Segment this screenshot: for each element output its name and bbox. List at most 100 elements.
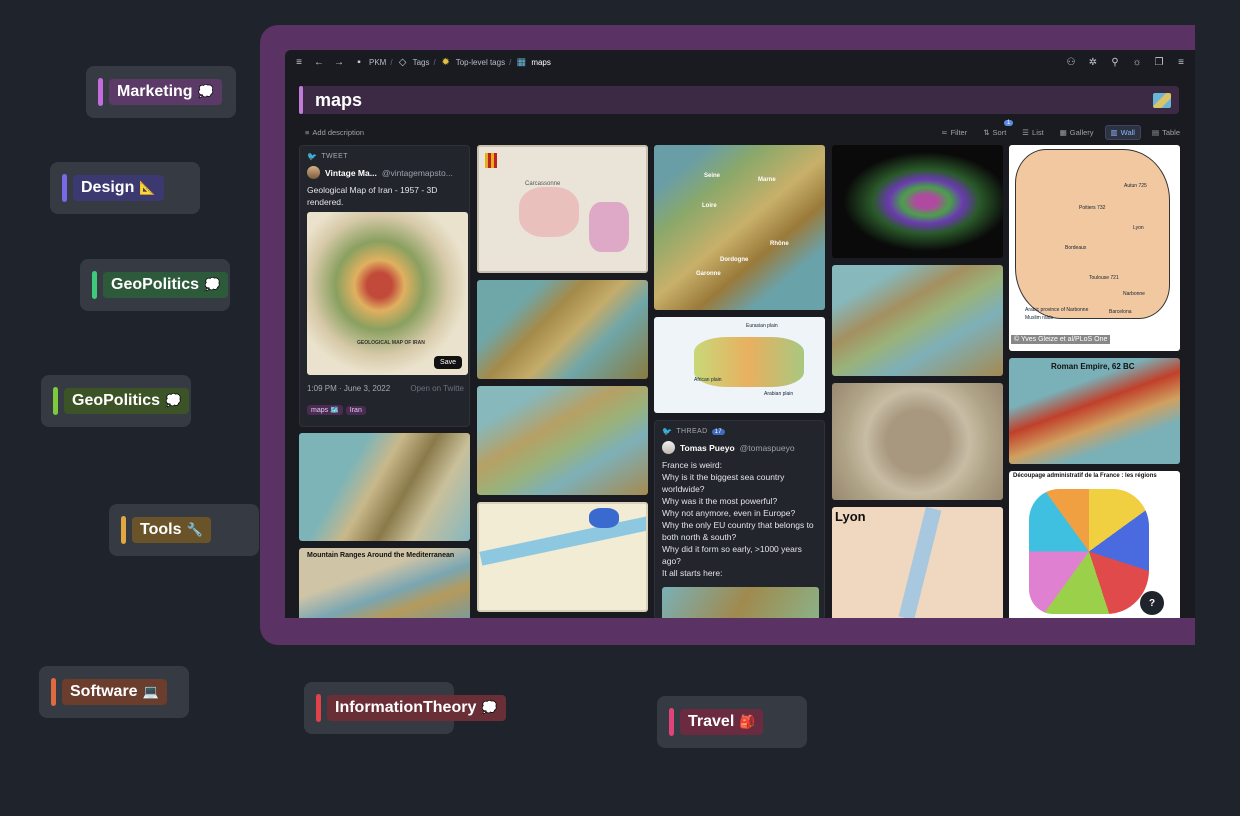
map-image-europe-relief-2[interactable]: [832, 265, 1003, 376]
thread-author[interactable]: Tomas Pueyo: [680, 443, 735, 453]
forward-arrow-icon[interactable]: →: [333, 56, 345, 68]
map-image-france-rivers[interactable]: Seine Marne Loire Rhône Dordogne Garonne: [654, 145, 825, 310]
app-window: ≡ ← → ▪ PKM / ◇ Tags / ✹ Top-level tags …: [285, 50, 1195, 618]
map-image-roman-empire[interactable]: Roman Empire, 62 BC: [1009, 358, 1180, 464]
tag-color-bar: [62, 174, 67, 202]
tag-color-bar: [53, 387, 58, 415]
more-menu-icon[interactable]: ≡: [1175, 56, 1187, 68]
thread-kind: THREAD: [676, 428, 708, 435]
twitter-bird-icon: 🐦: [307, 152, 318, 161]
map-image-france-relief[interactable]: [299, 433, 470, 541]
breadcrumb-pkm[interactable]: PKM: [369, 58, 386, 67]
tag-chip-iran[interactable]: Iran: [345, 406, 366, 415]
privacy-icon[interactable]: ⚇: [1065, 56, 1077, 68]
table-view-button[interactable]: ▤ Table: [1147, 126, 1185, 139]
filter-icon: ≂: [941, 127, 948, 137]
map-image-lyon[interactable]: Lyon: [832, 507, 1003, 618]
map-marker-shape: [589, 508, 619, 528]
tag-card-geopolitics-2[interactable]: GeoPolitics 💭: [41, 375, 191, 427]
twitter-bird-icon: 🐦: [662, 427, 673, 436]
tag-label: InformationTheory: [335, 699, 477, 716]
tag-pill: InformationTheory 💭: [327, 695, 506, 721]
breadcrumb-separator: /: [509, 57, 512, 67]
tag-pill: Design 📐: [73, 175, 164, 201]
breadcrumb: ▪ PKM / ◇ Tags / ✹ Top-level tags / ▦ ma…: [353, 56, 551, 68]
map-image-mountain-ranges[interactable]: Mountain Ranges Around the Mediterranean: [299, 548, 470, 618]
view-toolbar: ≡ Add description ≂ Filter ⇅ Sort 1 ☰ List ▦…: [305, 119, 1185, 140]
tag-card-marketing[interactable]: Marketing 💭: [86, 66, 236, 118]
map-image-france-arab-raids[interactable]: Poitiers 732 Autun 725 Lyon Bordeaux Tou…: [1009, 145, 1180, 351]
iran-map-legend: GEOLOGICAL MAP OF IRAN: [357, 340, 425, 346]
map-image-europe-dark[interactable]: [832, 145, 1003, 258]
sun-tag-icon: ✹: [441, 56, 450, 68]
map-image-carcassonne[interactable]: Carcassonne: [477, 145, 648, 273]
river-label-seine: Seine: [704, 173, 721, 179]
tweet-handle[interactable]: @vintagemapsto...: [382, 168, 453, 178]
thread-map-image[interactable]: [662, 587, 819, 618]
tag-color-bar: [669, 708, 674, 736]
roman-empire-caption: Roman Empire, 62 BC: [1051, 362, 1135, 371]
open-on-twitter-link[interactable]: Open on Twitte: [410, 384, 464, 393]
town-bordeaux: Bordeaux: [1065, 245, 1087, 251]
tag-pill: Marketing 💭: [109, 79, 222, 105]
tag-color-bar: [316, 694, 321, 722]
breadcrumb-tags[interactable]: Tags: [413, 58, 430, 67]
duplicate-icon[interactable]: ❐: [1153, 56, 1165, 68]
france-regions-shape: [1029, 489, 1149, 614]
tag-label: Design: [81, 179, 135, 196]
map-image-iberia-relief[interactable]: [477, 280, 648, 379]
thought-bubble-icon: 💭: [165, 393, 182, 408]
tag-card-tools[interactable]: Tools 🔧: [109, 504, 259, 556]
eurasian-plain-label: Eurasian plain: [746, 323, 778, 329]
thought-bubble-icon: 💭: [481, 700, 498, 715]
view-controls: ≂ Filter ⇅ Sort 1 ☰ List ▦ Gallery ▥ Wall ▤ Tab…: [936, 119, 1185, 140]
thread-card[interactable]: 🐦 THREAD 17 Tomas Pueyo @tomaspueyo France…: [654, 420, 825, 618]
tweet-time: 1:09 PM · June 3, 2022: [307, 384, 391, 393]
back-arrow-icon[interactable]: ←: [313, 56, 325, 68]
thread-author-row: Tomas Pueyo @tomaspueyo: [662, 441, 817, 454]
map-image-old-city[interactable]: [832, 383, 1003, 500]
tag-chip-maps[interactable]: maps 🗺️: [307, 405, 343, 415]
decoupage-caption: Découpage administratif de la France : l…: [1013, 473, 1157, 479]
legend-muslim-raids: Muslim raids: [1025, 315, 1054, 321]
tag-card-software[interactable]: Software 💻: [39, 666, 189, 718]
help-button[interactable]: ?: [1140, 591, 1164, 615]
map-region-shape: [589, 202, 629, 252]
breadcrumb-top-level[interactable]: Top-level tags: [456, 58, 505, 67]
add-description-link[interactable]: Add description: [312, 128, 364, 137]
tag-card-design[interactable]: Design 📐: [50, 162, 200, 214]
iran-geological-map-image[interactable]: GEOLOGICAL MAP OF IRAN Save: [307, 212, 468, 375]
tweet-card[interactable]: 🐦 TWEET Vintage Ma... @vintagemapsto... G…: [299, 145, 470, 427]
save-button[interactable]: Save: [434, 356, 462, 369]
thread-handle[interactable]: @tomaspueyo: [740, 443, 795, 453]
gallery-view-button[interactable]: ▦ Gallery: [1055, 126, 1099, 139]
breadcrumb-current[interactable]: maps: [531, 58, 551, 67]
town-narbonne: Narbonne: [1123, 291, 1145, 297]
tag-card-informationtheory[interactable]: InformationTheory 💭: [304, 682, 506, 734]
tag-card-geopolitics-1[interactable]: GeoPolitics 💭: [80, 259, 230, 311]
tag-color-bar: [51, 678, 56, 706]
menu-icon[interactable]: ≡: [293, 56, 305, 68]
tweet-author[interactable]: Vintage Ma...: [325, 168, 377, 178]
thread-line: Why the only EU country that belongs to …: [662, 520, 814, 542]
map-image-plate-regions[interactable]: Eurasian plain African plain Arabian pla…: [654, 317, 825, 413]
wall-view-button[interactable]: ▥ Wall: [1104, 124, 1141, 140]
town-barcelona: Barcelona: [1109, 309, 1132, 315]
tag-card-travel[interactable]: Travel 🎒: [657, 696, 807, 748]
tweet-header: 🐦 TWEET: [307, 152, 462, 161]
theme-icon[interactable]: ☼: [1131, 56, 1143, 68]
tag-pill: Travel 🎒: [680, 709, 764, 735]
pin-icon[interactable]: ⚲: [1109, 56, 1121, 68]
map-image-city-plan[interactable]: [477, 502, 648, 612]
map-emoji-icon[interactable]: [1153, 92, 1171, 108]
sort-count-badge: 1: [1003, 119, 1014, 126]
map-image-france-regions[interactable]: Découpage administratif de la France : l…: [1009, 471, 1180, 618]
list-view-button[interactable]: ☰ List: [1017, 126, 1048, 139]
avatar: [307, 166, 320, 179]
share-icon[interactable]: ✲: [1087, 56, 1099, 68]
sort-button[interactable]: ⇅ Sort 1: [978, 119, 1014, 139]
wall-label: Wall: [1120, 127, 1135, 137]
filter-button[interactable]: ≂ Filter: [936, 126, 972, 139]
page-title[interactable]: maps: [315, 90, 362, 111]
map-image-europe-relief[interactable]: [477, 386, 648, 495]
